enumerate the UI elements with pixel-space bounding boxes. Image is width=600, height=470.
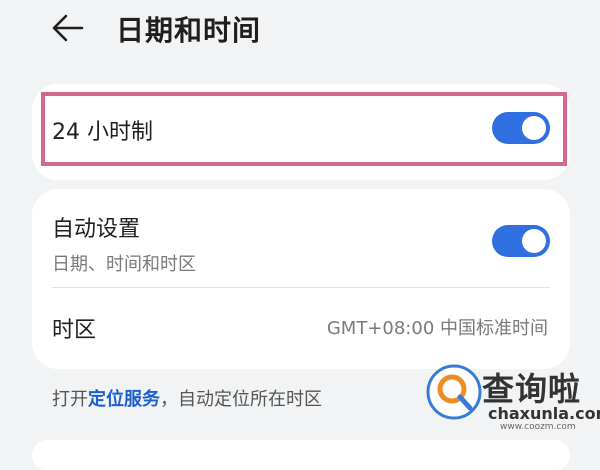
footnote-prefix: 打开 [52,389,88,410]
watermark: 查询啦 chaxunla.com www.coozm.com [420,358,600,440]
back-button[interactable] [48,8,88,48]
location-footnote: 打开定位服务，自动定位所在时区 [52,385,322,411]
divider [52,287,550,288]
timezone-label[interactable]: 时区 [52,312,96,344]
footnote-suffix: ，自动定位所在时区 [160,389,322,410]
app-header: 日期和时间 [0,0,600,60]
watermark-domain: chaxunla.com [488,404,600,423]
toggle-knob [522,116,546,140]
page-title: 日期和时间 [116,14,262,47]
auto-settings-label: 自动设置 [52,217,141,242]
timezone-value[interactable]: GMT+08:00 中国标准时间 [327,314,548,340]
hour24-toggle[interactable] [492,112,550,144]
auto-settings-sublabel: 日期、时间和时区 [52,254,196,275]
watermark-sub: www.coozm.com [500,422,576,432]
location-service-link[interactable]: 定位服务 [88,389,160,410]
arrow-left-icon [52,14,84,42]
toggle-knob [522,229,546,253]
search-logo-icon [426,364,482,420]
next-card [32,440,570,470]
hour24-label: 24 小时制 [52,120,153,145]
auto-settings-toggle[interactable] [492,225,550,257]
